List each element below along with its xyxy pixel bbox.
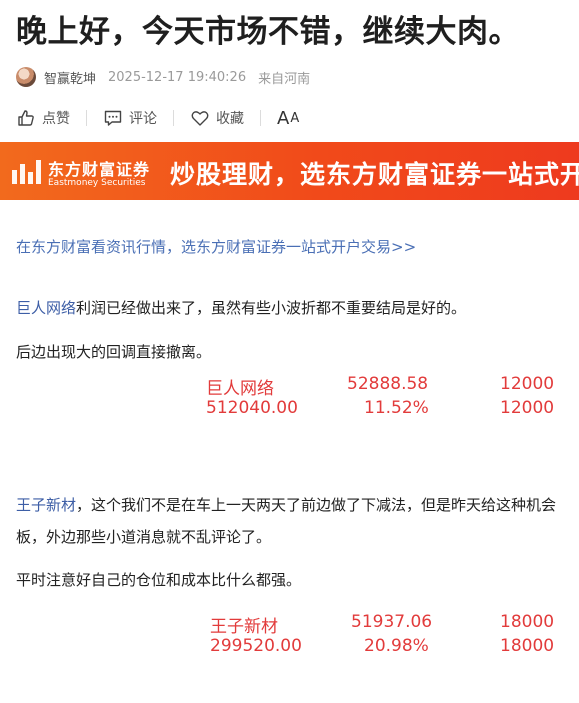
like-label: 点赞 [42, 111, 70, 127]
publish-time: 2025-12-17 19:40:26 [108, 69, 247, 85]
promo-paragraph: 在东方财富看资讯行情，选东方财富证券一站式开户交易>> [16, 236, 416, 257]
paragraph-3: 王子新材，这个我们不是在车上一天两天了前边做了下减法，但是昨天给这种机会 [16, 494, 556, 515]
paragraph-1-text: 利润已经做出来了，虽然有些小波折都不重要结局是好的。 [76, 299, 467, 317]
author-avatar[interactable] [16, 67, 36, 87]
stock-link-jurenwangluo[interactable]: 巨人网络 [16, 299, 76, 317]
banner-logo-text: 东方财富证券 [48, 160, 151, 179]
divider [86, 110, 87, 126]
author-name[interactable]: 智赢乾坤 [44, 68, 96, 87]
banner-logo-subtext: Eastmoney Securities [48, 178, 146, 188]
paragraph-2: 后边出现大的回调直接撤离。 [16, 341, 211, 362]
favorite-label: 收藏 [216, 111, 244, 127]
paragraph-3-continued: 板，外边那些小道消息就不乱评论了。 [16, 526, 271, 547]
font-size-large-glyph: A [277, 107, 290, 129]
position-table-2: 王子新材 51937.06 18000 299520.00 20.98% 180… [210, 612, 570, 662]
publish-location: 来自河南 [258, 71, 311, 87]
paragraph-2-text: 后边出现大的回调直接撤离。 [16, 343, 212, 361]
article-title: 晚上好，今天市场不错，继续大肉。 [16, 14, 520, 50]
comment-label: 评论 [129, 111, 157, 127]
comment-button[interactable]: 评论 [103, 108, 157, 128]
comment-icon [104, 110, 122, 126]
table-cell: 12000 [500, 398, 555, 418]
paragraph-4: 平时注意好自己的仓位和成本比什么都强。 [16, 569, 301, 590]
table-cell: 18000 [500, 612, 555, 632]
table-cell: 18000 [500, 636, 555, 656]
table-cell: 51937.06 [351, 612, 433, 632]
table-cell: 52888.58 [347, 374, 429, 394]
paragraph-3-text: ，这个我们不是在车上一天两天了前边做了下减法，但是昨天给这种机会 [76, 496, 557, 514]
ad-banner[interactable]: 东方财富证券 Eastmoney Securities 炒股理财，选东方财富证券… [0, 142, 579, 200]
divider [173, 110, 174, 126]
table-cell: 20.98% [364, 636, 429, 656]
paragraph-1: 巨人网络利润已经做出来了，虽然有些小波折都不重要结局是好的。 [16, 297, 466, 318]
action-bar: 点赞 评论 收藏 AA [16, 106, 299, 130]
like-button[interactable]: 点赞 [16, 108, 70, 128]
table-cell: 11.52% [364, 398, 429, 418]
thumbs-up-icon [18, 110, 34, 126]
table-cell: 299520.00 [210, 636, 302, 656]
candlestick-logo-icon [12, 160, 41, 184]
favorite-button[interactable]: 收藏 [190, 108, 244, 128]
article-meta: 智赢乾坤 2025-12-17 19:40:26 来自河南 [16, 66, 310, 88]
heart-icon [191, 111, 209, 126]
table-cell: 巨人网络 [206, 379, 274, 399]
table-cell: 王子新材 [210, 617, 278, 637]
table-cell: 12000 [500, 374, 555, 394]
table-cell: 512040.00 [206, 398, 298, 418]
font-size-small-glyph: A [290, 110, 300, 126]
paragraph-3-cont-text: 板，外边那些小道消息就不乱评论了。 [16, 528, 272, 546]
position-table-1: 巨人网络 52888.58 12000 512040.00 11.52% 120… [206, 374, 566, 424]
divider [260, 110, 261, 126]
paragraph-4-text: 平时注意好自己的仓位和成本比什么都强。 [16, 571, 302, 589]
promo-link[interactable]: 在东方财富看资讯行情，选东方财富证券一站式开户交易>> [16, 238, 416, 256]
stock-link-wangzixincai[interactable]: 王子新材 [16, 496, 76, 514]
banner-slogan: 炒股理财，选东方财富证券一站式开 [170, 160, 579, 189]
font-size-button[interactable]: AA [277, 108, 299, 129]
